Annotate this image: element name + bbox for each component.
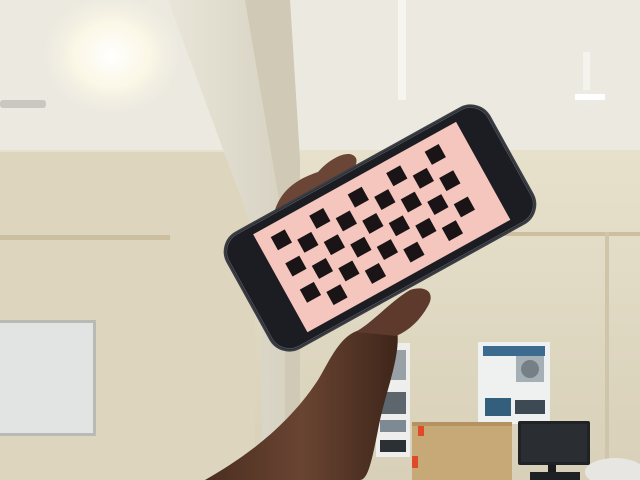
- wall-trim: [605, 232, 609, 480]
- scene-svg: [0, 0, 640, 480]
- wall-molding-right: [490, 232, 640, 236]
- ceiling-conduit: [398, 0, 406, 100]
- ceiling-fan-left: [0, 100, 46, 108]
- whiteboard: [0, 320, 96, 436]
- photo-scene: [0, 0, 640, 480]
- wall-molding-left: [0, 235, 170, 240]
- cardboard-box: [412, 422, 512, 480]
- wall-poster-2: [478, 342, 550, 424]
